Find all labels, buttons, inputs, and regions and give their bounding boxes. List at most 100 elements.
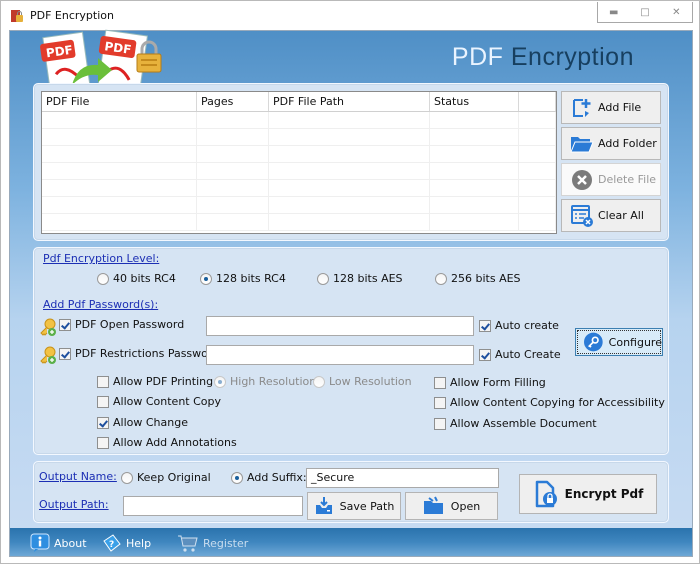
pdf-lock-logo-icon: PDF PDF [40, 29, 162, 87]
column-status[interactable]: Status [430, 92, 519, 111]
low-resolution-radio[interactable] [313, 375, 325, 388]
table-row [42, 112, 556, 129]
cart-icon [178, 535, 198, 552]
open-password-option[interactable]: PDF Open Password [59, 318, 184, 331]
suffix-input[interactable]: _Secure [306, 468, 499, 488]
auto-create-open-checkbox[interactable] [479, 319, 491, 332]
info-icon [30, 533, 50, 552]
save-path-button[interactable]: Save Path [307, 492, 401, 520]
restrictions-password-checkbox[interactable] [59, 347, 71, 360]
allow-pdf-printing-checkbox[interactable] [97, 375, 109, 388]
add-file-label: Add File [598, 101, 642, 114]
allow-accessibility-copy-checkbox[interactable] [434, 396, 446, 409]
keep-original-radio[interactable] [121, 471, 133, 484]
level-256-aes[interactable]: 256 bits AES [435, 272, 521, 285]
allow-form-filling[interactable]: Allow Form Filling [434, 376, 546, 389]
key-add-icon [40, 346, 56, 364]
key-icon [584, 332, 603, 352]
restrictions-password-input[interactable] [206, 345, 474, 365]
add-password-label[interactable]: Add Pdf Password(s): [43, 298, 158, 311]
allow-content-copy[interactable]: Allow Content Copy [97, 395, 221, 408]
open-password-input[interactable] [206, 316, 474, 336]
footer-bar: About ? Help Register [10, 528, 692, 556]
output-path-label[interactable]: Output Path: [39, 498, 109, 511]
low-resolution-option[interactable]: Low Resolution [313, 375, 412, 388]
restrictions-password-option[interactable]: PDF Restrictions Password [59, 347, 219, 360]
add-file-icon [570, 96, 594, 120]
delete-file-label: Delete File [598, 173, 657, 186]
level-40-rc4[interactable]: 40 bits RC4 [97, 272, 176, 285]
window-controls: ▬ □ ✕ [597, 2, 693, 23]
add-suffix-radio[interactable] [231, 471, 243, 484]
encrypt-pdf-button[interactable]: Encrypt Pdf [519, 474, 657, 514]
output-name-label[interactable]: Output Name: [39, 470, 117, 483]
level-128-aes[interactable]: 128 bits AES [317, 272, 403, 285]
clear-all-button[interactable]: Clear All [561, 199, 661, 232]
encryption-panel: Pdf Encryption Level: 40 bits RC4 128 bi… [33, 247, 669, 455]
app-window: PDF Encryption ▬ □ ✕ PDF PDF PDF Encrypt… [0, 0, 700, 564]
allow-form-filling-checkbox[interactable] [434, 376, 446, 389]
add-folder-button[interactable]: Add Folder [561, 127, 661, 160]
encrypt-lock-icon [535, 480, 557, 508]
app-icon [11, 10, 23, 22]
minimize-button[interactable]: ▬ [598, 2, 629, 22]
open-folder-icon [423, 496, 443, 514]
help-link[interactable]: ? Help [102, 533, 151, 553]
open-button[interactable]: Open [405, 492, 498, 520]
allow-change[interactable]: Allow Change [97, 416, 188, 429]
register-label: Register [203, 536, 249, 550]
table-header: PDF File Pages PDF File Path Status [42, 92, 556, 112]
clear-all-label: Clear All [598, 209, 644, 222]
key-add-icon [40, 318, 56, 336]
auto-create-restrictions[interactable]: Auto Create [479, 348, 561, 361]
save-path-icon [315, 497, 332, 514]
maximize-button[interactable]: □ [629, 2, 660, 22]
table-row [42, 129, 556, 146]
high-resolution-radio[interactable] [214, 375, 226, 388]
add-file-button[interactable]: Add File [561, 91, 661, 124]
radio-40-rc4[interactable] [97, 272, 109, 285]
output-path-input[interactable] [123, 496, 303, 516]
files-panel: PDF File Pages PDF File Path Status Add … [33, 83, 669, 241]
configure-button[interactable]: Configure [575, 328, 663, 356]
radio-128-aes[interactable] [317, 272, 329, 285]
allow-pdf-printing[interactable]: Allow PDF Printing [97, 375, 213, 388]
allow-accessibility-copy[interactable]: Allow Content Copying for Accessibility [434, 396, 665, 409]
allow-assemble-document[interactable]: Allow Assemble Document [434, 417, 597, 430]
high-resolution-option[interactable]: High Resolution [214, 375, 316, 388]
open-password-checkbox[interactable] [59, 318, 71, 331]
close-icon: ✕ [672, 6, 681, 18]
add-folder-label: Add Folder [598, 137, 657, 150]
open-label: Open [450, 499, 481, 513]
column-pages[interactable]: Pages [197, 92, 269, 111]
output-panel: Output Name: Keep Original Add Suffix: _… [33, 461, 669, 523]
maximize-icon: □ [640, 6, 650, 18]
register-link[interactable]: Register [177, 533, 248, 553]
help-book-icon: ? [103, 534, 121, 552]
allow-content-copy-checkbox[interactable] [97, 395, 109, 408]
allow-assemble-document-checkbox[interactable] [434, 417, 446, 430]
add-suffix-option[interactable]: Add Suffix: [231, 471, 307, 484]
radio-256-aes[interactable] [435, 272, 447, 285]
column-pdf-file[interactable]: PDF File [42, 92, 197, 111]
allow-add-annotations[interactable]: Allow Add Annotations [97, 436, 237, 449]
about-label: About [54, 536, 87, 550]
encryption-level-label[interactable]: Pdf Encryption Level: [43, 252, 159, 265]
allow-change-checkbox[interactable] [97, 416, 109, 429]
close-button[interactable]: ✕ [661, 2, 692, 22]
encrypt-pdf-label: Encrypt Pdf [564, 487, 644, 501]
radio-128-rc4[interactable] [200, 272, 212, 285]
save-path-label: Save Path [339, 499, 395, 513]
file-table[interactable]: PDF File Pages PDF File Path Status [41, 91, 557, 234]
clear-list-icon [570, 204, 594, 228]
column-pdf-file-path[interactable]: PDF File Path [269, 92, 430, 111]
delete-file-button[interactable]: Delete File [561, 163, 661, 196]
keep-original-option[interactable]: Keep Original [121, 471, 211, 484]
file-buttons: Add File Add Folder Delete File Clear Al… [561, 91, 661, 235]
table-row [42, 146, 556, 163]
about-link[interactable]: About [30, 533, 87, 553]
allow-add-annotations-checkbox[interactable] [97, 436, 109, 449]
auto-create-open[interactable]: Auto create [479, 319, 559, 332]
auto-create-restrictions-checkbox[interactable] [479, 348, 491, 361]
level-128-rc4[interactable]: 128 bits RC4 [200, 272, 286, 285]
